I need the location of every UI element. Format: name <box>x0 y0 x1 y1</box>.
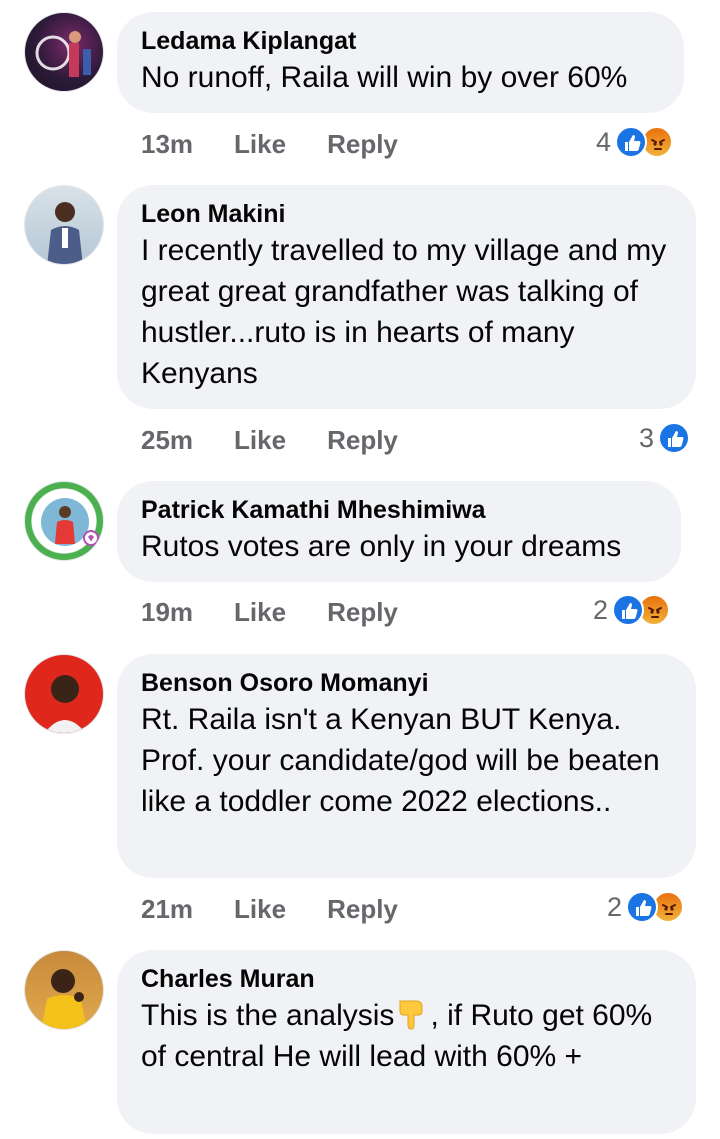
like-icon <box>615 126 648 158</box>
comment-bubble: Charles Muran This is the analysis, if R… <box>117 950 696 1134</box>
pointing-down-hand-emoji <box>394 995 430 1031</box>
reply-button[interactable]: Reply <box>327 425 398 456</box>
reaction-summary[interactable]: 2 <box>607 887 685 927</box>
comment-timestamp[interactable]: 25m <box>141 425 193 456</box>
comment-actions: 25m Like Reply <box>141 420 398 460</box>
comment-text: I recently travelled to my village and m… <box>141 234 667 390</box>
reply-button[interactable]: Reply <box>327 129 398 160</box>
like-button[interactable]: Like <box>234 129 286 160</box>
reaction-count: 4 <box>596 126 612 157</box>
comment-timestamp[interactable]: 21m <box>141 894 193 925</box>
like-icon <box>612 594 645 626</box>
comment-text-part: This is the analysis <box>141 999 395 1032</box>
reply-button[interactable]: Reply <box>327 894 398 925</box>
comment-text: Rutos votes are only in your dreams <box>141 530 622 563</box>
avatar[interactable] <box>24 12 104 92</box>
comment-bubble: Ledama Kiplangat No runoff, Raila will w… <box>117 12 684 113</box>
comment-author[interactable]: Leon Makini <box>141 199 672 229</box>
avatar-image <box>41 498 99 546</box>
avatar-image <box>41 969 87 1029</box>
avatar[interactable] <box>24 950 104 1030</box>
comment-author[interactable]: Ledama Kiplangat <box>141 26 660 56</box>
comment-timestamp[interactable]: 19m <box>141 597 193 628</box>
reaction-count: 2 <box>593 594 609 625</box>
comment-text: Rt. Raila isn't a Kenyan BUT Kenya. Prof… <box>141 703 660 818</box>
like-button[interactable]: Like <box>234 597 286 628</box>
avatar[interactable] <box>24 654 104 734</box>
avatar-image <box>35 31 91 77</box>
comment-actions: 21m Like Reply <box>141 889 398 929</box>
comment-text: No runoff, Raila will win by over 60% <box>141 61 628 94</box>
comment-text: This is the analysis, if Ruto get 60% of… <box>141 995 661 1077</box>
comment-actions: 13m Like Reply <box>141 124 398 164</box>
like-icon <box>626 891 659 923</box>
reaction-summary[interactable]: 3 <box>639 418 691 458</box>
reaction-count: 2 <box>607 891 623 922</box>
comment-author[interactable]: Charles Muran <box>141 964 672 994</box>
comment-bubble: Benson Osoro Momanyi Rt. Raila isn't a K… <box>117 654 696 878</box>
comment-bubble: Leon Makini I recently travelled to my v… <box>117 185 696 409</box>
comment-bubble: Patrick Kamathi Mheshimiwa Rutos votes a… <box>117 481 681 582</box>
reaction-count: 3 <box>639 422 655 453</box>
like-icon <box>658 422 691 454</box>
avatar-image <box>44 675 86 733</box>
comment-timestamp[interactable]: 13m <box>141 129 193 160</box>
like-button[interactable]: Like <box>234 425 286 456</box>
like-button[interactable]: Like <box>234 894 286 925</box>
comment-author[interactable]: Patrick Kamathi Mheshimiwa <box>141 495 657 525</box>
comment-author[interactable]: Benson Osoro Momanyi <box>141 668 672 698</box>
avatar[interactable] <box>24 185 104 265</box>
reply-button[interactable]: Reply <box>327 597 398 628</box>
avatar-image <box>47 202 83 264</box>
avatar[interactable] <box>24 481 104 561</box>
reaction-summary[interactable]: 4 <box>596 122 674 162</box>
comment-actions: 19m Like Reply <box>141 592 398 632</box>
reaction-summary[interactable]: 2 <box>593 590 671 630</box>
